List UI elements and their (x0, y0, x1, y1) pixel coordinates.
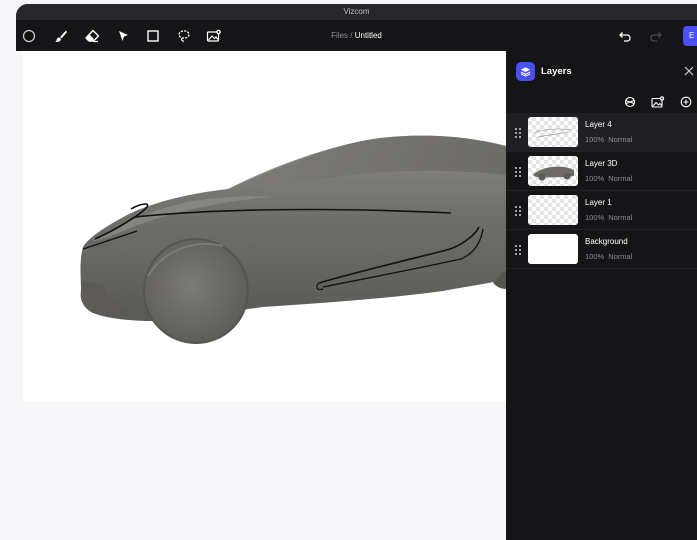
layer-name: Background (585, 237, 628, 246)
breadcrumb-current[interactable]: Untitled (355, 31, 382, 40)
drawing-canvas[interactable] (23, 51, 506, 402)
layers-stack-icon (516, 62, 535, 81)
layer-thumbnail (528, 234, 578, 264)
select-arrow-icon[interactable] (114, 27, 132, 45)
layer-opacity: 100% (585, 135, 605, 144)
layer-name: Layer 1 (585, 198, 612, 207)
color-swatch[interactable] (20, 27, 38, 45)
window-title: Vizcom (16, 4, 697, 20)
breadcrumb-parent[interactable]: Files (331, 31, 348, 40)
layer-meta: 100% Normal (585, 174, 632, 183)
layer-thumbnail (528, 156, 578, 186)
drag-handle-icon[interactable] (514, 165, 522, 177)
layer-name: Layer 4 (585, 120, 612, 129)
layer-opacity: 100% (585, 213, 605, 222)
layer-opacity: 100% (585, 252, 605, 261)
layer-blend-mode: Normal (608, 213, 633, 222)
layer-meta: 100% Normal (585, 252, 632, 261)
image-icon[interactable] (205, 27, 223, 45)
undo-icon[interactable] (616, 27, 634, 45)
layer-meta: 100% Normal (585, 213, 632, 222)
layer-thumbnail (528, 117, 578, 147)
layer-opacity: 100% (585, 174, 605, 183)
export-button[interactable]: E (683, 26, 697, 46)
layer-blend-icon[interactable] (622, 94, 638, 110)
layer-blend-mode: Normal (608, 252, 633, 261)
layer-row[interactable]: Background 100% Normal (506, 230, 697, 269)
workspace[interactable] (16, 51, 506, 540)
layer-row[interactable]: Layer 4 100% Normal (506, 113, 697, 152)
app-window: Vizcom E Files / Untitled Layers Layer 4… (16, 4, 697, 540)
drag-handle-icon[interactable] (514, 204, 522, 216)
layer-row[interactable]: Layer 3D 100% Normal (506, 152, 697, 191)
add-layer-icon[interactable] (678, 94, 694, 110)
brush-icon[interactable] (52, 27, 70, 45)
car-render (80, 135, 506, 344)
redo-icon[interactable] (647, 27, 665, 45)
layer-thumbnail (528, 195, 578, 225)
breadcrumb-separator: / (348, 31, 355, 40)
layers-actions (506, 91, 697, 113)
layer-meta: 100% Normal (585, 135, 632, 144)
layers-panel: Layers Layer 4 100% Normal Layer 3D 100%… (506, 51, 697, 540)
lasso-icon[interactable] (175, 27, 193, 45)
panel-title: Layers (541, 66, 572, 77)
drag-handle-icon[interactable] (514, 243, 522, 255)
layers-panel-header: Layers (506, 51, 697, 91)
layer-blend-mode: Normal (608, 135, 633, 144)
layer-row[interactable]: Layer 1 100% Normal (506, 191, 697, 230)
layer-blend-mode: Normal (608, 174, 633, 183)
rectangle-icon[interactable] (144, 27, 162, 45)
eraser-icon[interactable] (83, 27, 101, 45)
drag-handle-icon[interactable] (514, 126, 522, 138)
layer-name: Layer 3D (585, 159, 618, 168)
add-image-layer-icon[interactable] (650, 94, 666, 110)
close-icon[interactable] (681, 62, 697, 80)
